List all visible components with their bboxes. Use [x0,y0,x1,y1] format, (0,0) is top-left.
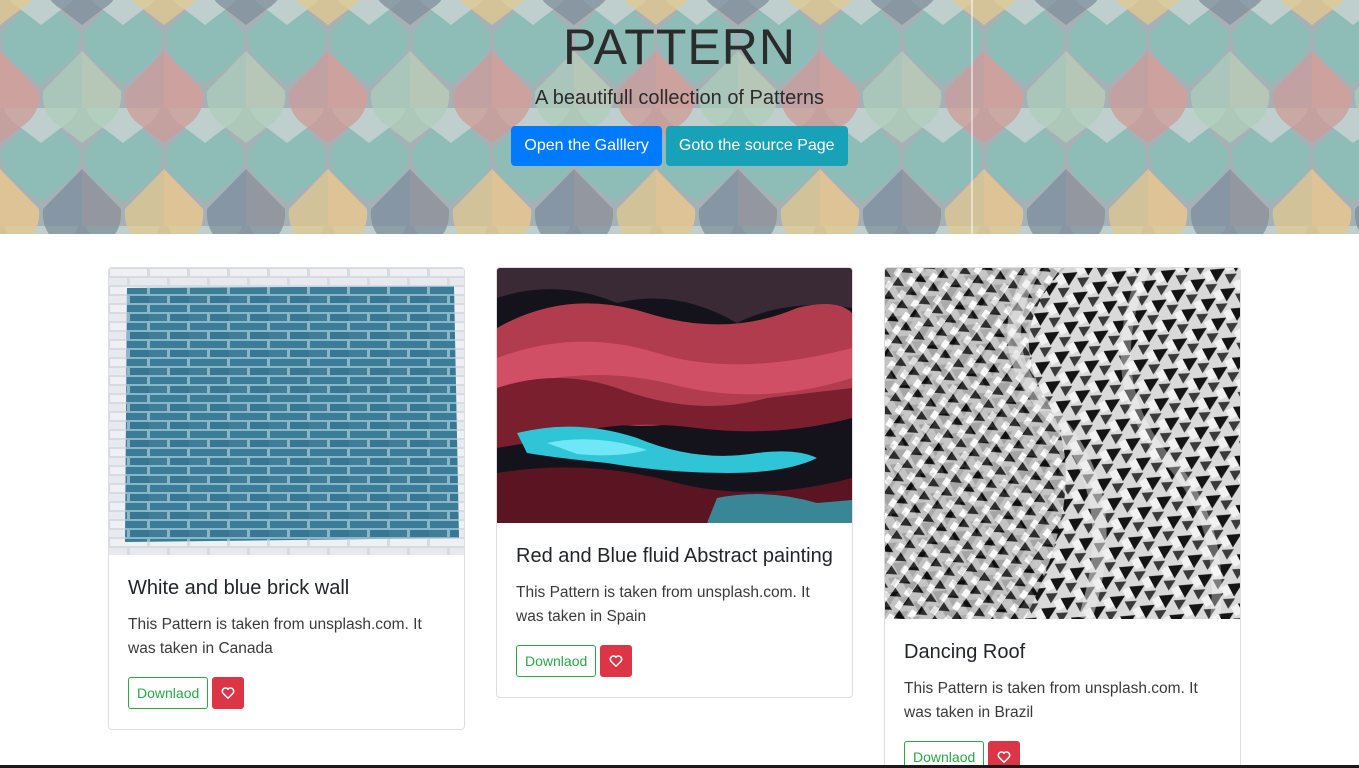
heart-icon [221,687,235,700]
card-body: Red and Blue fluid Abstract painting Thi… [497,523,852,697]
like-button[interactable] [600,645,633,677]
pattern-card-dancing-roof: Dancing Roof This Pattern is taken from … [884,267,1241,768]
hero-button-group: Open the Galllery Goto the source Page [511,126,848,166]
card-body: Dancing Roof This Pattern is taken from … [885,619,1240,768]
card-body: White and blue brick wall This Pattern i… [109,555,464,729]
card-text: This Pattern is taken from unsplash.com.… [516,584,810,625]
pattern-card-fluid-painting: Red and Blue fluid Abstract painting Thi… [496,267,853,698]
like-button[interactable] [988,741,1021,768]
download-button[interactable]: Downlaod [904,741,985,768]
card-image-brick-wall [109,268,464,555]
card-actions: Downlaod [128,677,445,709]
download-button[interactable]: Downlaod [516,645,597,677]
card-image-dancing-roof [885,268,1240,619]
card-title: White and blue brick wall [128,577,350,599]
download-button[interactable]: Downlaod [128,677,209,709]
page-subtitle: A beautifull collection of Patterns [534,87,825,109]
card-title: Red and Blue fluid Abstract painting [516,545,833,567]
pattern-card-brick-wall: White and blue brick wall This Pattern i… [108,267,465,730]
hero-banner: PATTERN A beautifull collection of Patte… [0,0,1359,234]
source-page-button[interactable]: Goto the source Page [665,126,848,166]
page-title: PATTERN [563,19,796,75]
card-text: This Pattern is taken from unsplash.com.… [128,616,422,657]
heart-icon [609,655,623,668]
card-title: Dancing Roof [904,641,1026,663]
card-actions: Downlaod [516,645,833,677]
card-actions: Downlaod [904,741,1221,768]
heart-icon [997,751,1011,764]
hero-content: PATTERN A beautifull collection of Patte… [0,0,1359,234]
card-text: This Pattern is taken from unsplash.com.… [904,680,1198,721]
open-gallery-button[interactable]: Open the Galllery [511,126,662,166]
card-image-fluid-painting [497,268,852,523]
like-button[interactable] [212,677,245,709]
